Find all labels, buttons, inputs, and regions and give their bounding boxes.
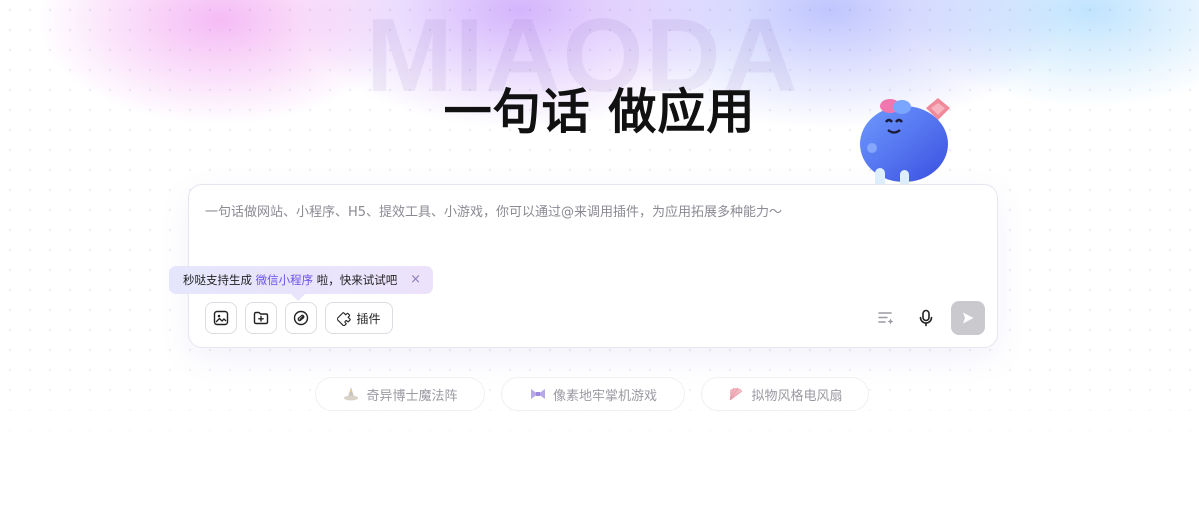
suggestion-chip[interactable]: 奇异博士魔法阵: [315, 377, 485, 411]
tooltip-text-prefix: 秒哒支持生成: [183, 273, 256, 287]
tooltip-highlight: 微信小程序: [255, 273, 314, 287]
image-upload-icon: [213, 310, 229, 326]
send-icon: [963, 312, 974, 324]
magic-hat-icon: [344, 387, 359, 401]
voice-input-button[interactable]: [914, 306, 938, 330]
send-button[interactable]: [951, 301, 985, 335]
plugin-button[interactable]: 插件: [325, 302, 393, 334]
suggestion-label: 像素地牢掌机游戏: [552, 388, 657, 404]
pixel-bow-icon: [530, 389, 545, 399]
suggestion-chip[interactable]: 像素地牢掌机游戏: [501, 377, 685, 411]
suggestion-label: 奇异博士魔法阵: [366, 388, 458, 404]
close-icon[interactable]: ×: [410, 272, 421, 288]
upload-folder-button[interactable]: [245, 302, 277, 334]
insert-link-button[interactable]: [285, 302, 317, 334]
suggestion-label: 拟物风格电风扇: [751, 388, 843, 404]
optimize-prompt-button[interactable]: [874, 306, 898, 330]
link-icon: [293, 310, 309, 326]
plugin-icon: [337, 311, 352, 326]
folder-upload-icon: [253, 311, 269, 325]
page-title: 一句话 做应用: [443, 84, 756, 140]
mascot-illustration: [840, 90, 970, 190]
upload-image-button[interactable]: [205, 302, 237, 334]
fan-icon: [730, 387, 743, 401]
prompt-optimize-icon: [878, 312, 894, 325]
microphone-icon: [919, 309, 933, 327]
prompt-input[interactable]: [205, 199, 981, 259]
mini-program-tooltip: 秒哒支持生成 微信小程序 啦，快来试试吧 ×: [169, 266, 433, 302]
plugin-button-label: 插件: [356, 311, 381, 326]
suggestion-chip[interactable]: 拟物风格电风扇: [701, 377, 869, 411]
tooltip-text-suffix: 啦，快来试试吧: [313, 273, 398, 287]
